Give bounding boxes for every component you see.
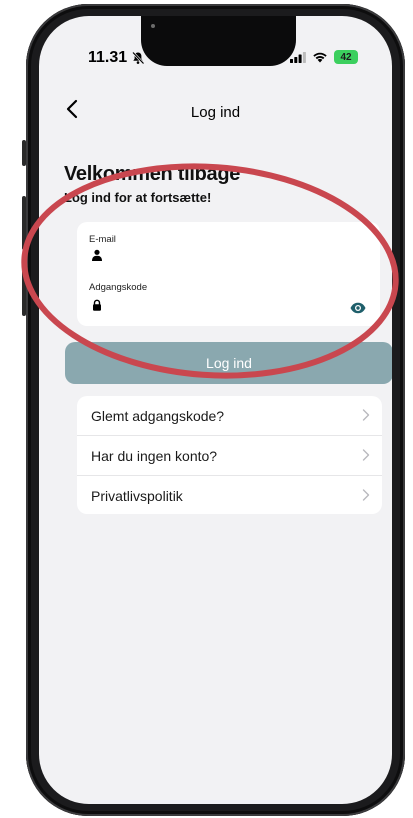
signal-icon bbox=[290, 51, 306, 63]
login-form-card: E-mail Adgangskode bbox=[77, 222, 380, 326]
chevron-right-icon bbox=[362, 449, 370, 461]
password-label: Adgangskode bbox=[89, 282, 148, 293]
email-field[interactable] bbox=[85, 246, 355, 264]
login-button[interactable]: Log ind bbox=[65, 342, 392, 384]
camera-dot bbox=[151, 24, 155, 28]
privacy-policy-link[interactable]: Privatlivspolitik bbox=[77, 476, 382, 514]
link-label: Glemt adgangskode? bbox=[91, 407, 225, 424]
battery-indicator: 42 bbox=[334, 50, 358, 64]
person-icon bbox=[92, 249, 102, 261]
notch bbox=[141, 16, 296, 66]
phone-screen: 11.31 42 Log ind Velkommen tilbage Log i… bbox=[39, 16, 392, 804]
bell-slash-icon bbox=[132, 51, 145, 65]
link-label: Privatlivspolitik bbox=[91, 487, 183, 504]
forgot-password-link[interactable]: Glemt adgangskode? bbox=[77, 396, 382, 436]
status-time: 11.31 bbox=[88, 49, 145, 67]
battery-level: 42 bbox=[340, 51, 352, 63]
wifi-icon bbox=[313, 52, 327, 63]
links-list: Glemt adgangskode? Har du ingen konto? P… bbox=[77, 396, 382, 514]
eye-icon[interactable] bbox=[350, 302, 366, 314]
chevron-right-icon bbox=[362, 489, 370, 501]
chevron-right-icon bbox=[362, 409, 370, 421]
link-label: Har du ingen konto? bbox=[91, 447, 218, 464]
lock-icon bbox=[93, 299, 101, 311]
nav-title: Log ind bbox=[190, 104, 241, 121]
welcome-heading: Velkommen tilbage bbox=[64, 163, 241, 185]
phone-frame: 11.31 42 Log ind Velkommen tilbage Log i… bbox=[26, 4, 405, 816]
status-icons: 42 bbox=[290, 50, 358, 64]
password-field[interactable] bbox=[85, 296, 355, 314]
welcome-subtitle: Log ind for at fortsætte! bbox=[64, 190, 212, 205]
status-time-text: 11.31 bbox=[88, 49, 128, 66]
email-label: E-mail bbox=[89, 234, 116, 245]
create-account-link[interactable]: Har du ingen konto? bbox=[77, 436, 382, 476]
